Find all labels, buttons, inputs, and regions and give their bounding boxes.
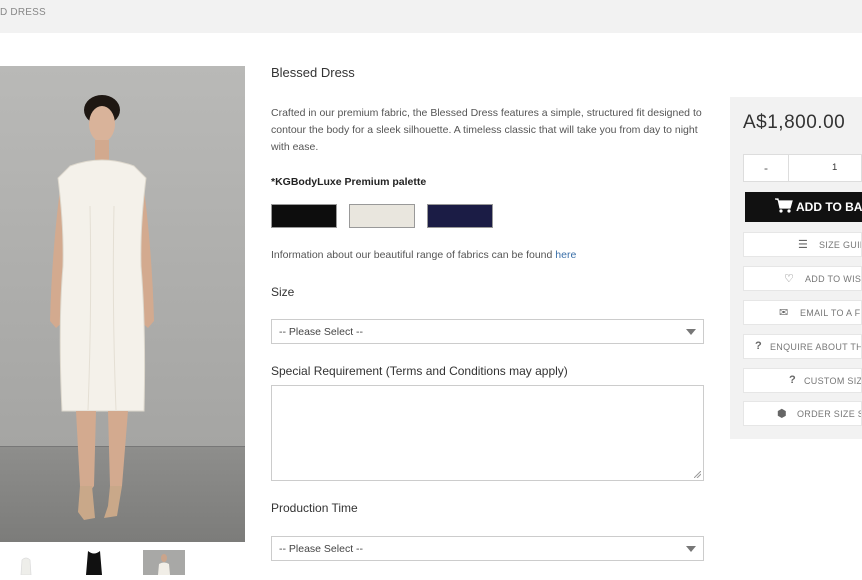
thumbnail-strip — [0, 550, 245, 576]
production-time-select-value: -- Please Select -- — [279, 543, 364, 555]
order-size-sample-label: ORDER SIZE SAMPLE — [797, 409, 861, 419]
enquire-label: ENQUIRE ABOUT THIS — [770, 342, 862, 352]
size-guide-label: SIZE GUIDE — [819, 240, 861, 250]
quantity-stepper[interactable]: - 1 — [743, 154, 862, 182]
chevron-down-icon — [686, 329, 696, 335]
add-to-wishlist-button[interactable]: ♡ ADD TO WISHLIST — [743, 266, 862, 291]
add-to-basket-label: ADD TO BASKET — [796, 200, 862, 214]
thumbnail-white-dress[interactable] — [14, 550, 38, 576]
chevron-down-icon — [686, 546, 696, 552]
custom-sizing-label: CUSTOM SIZING — [804, 376, 862, 386]
thumbnail-model-photo[interactable] — [143, 550, 185, 575]
quantity-value[interactable]: 1 — [832, 155, 837, 181]
email-to-friend-label: EMAIL TO A FRIEND — [800, 308, 861, 318]
quantity-decrease-button[interactable]: - — [744, 155, 789, 181]
special-requirement-label: Special Requirement (Terms and Condition… — [271, 364, 568, 378]
enquire-button[interactable]: ? ENQUIRE ABOUT THIS — [743, 334, 862, 359]
product-title: Blessed Dress — [271, 65, 355, 80]
heart-icon: ♡ — [784, 273, 794, 285]
hexagon-icon: ⬢ — [777, 408, 787, 420]
size-select-value: -- Please Select -- — [279, 326, 364, 338]
fabric-info-link[interactable]: here — [555, 249, 576, 261]
question-icon: ? — [789, 374, 796, 386]
size-select[interactable]: -- Please Select -- — [271, 319, 704, 344]
add-to-wishlist-label: ADD TO WISHLIST — [805, 274, 862, 284]
resize-grip-icon[interactable] — [694, 471, 701, 478]
fabric-info: Information about our beautiful range of… — [271, 249, 576, 261]
model-figure — [50, 95, 154, 520]
cart-icon — [775, 198, 793, 213]
add-to-basket-button[interactable]: ADD TO BASKET — [745, 192, 862, 222]
question-icon: ? — [755, 340, 762, 352]
size-guide-button[interactable]: ☰ SIZE GUIDE — [743, 232, 862, 257]
product-image[interactable] — [0, 66, 245, 542]
order-size-sample-button[interactable]: ⬢ ORDER SIZE SAMPLE — [743, 401, 862, 426]
thumbnail-black-dress[interactable] — [82, 550, 106, 575]
email-to-friend-button[interactable]: ✉ EMAIL TO A FRIEND — [743, 300, 862, 325]
list-icon: ☰ — [798, 239, 808, 251]
swatch-black[interactable] — [271, 204, 337, 228]
envelope-icon: ✉ — [779, 307, 789, 319]
custom-sizing-button[interactable]: ? CUSTOM SIZING — [743, 368, 862, 393]
breadcrumb[interactable]: D DRESS — [0, 7, 46, 18]
swatch-navy[interactable] — [427, 204, 493, 228]
production-time-select[interactable]: -- Please Select -- — [271, 536, 704, 561]
top-bar: D DRESS — [0, 0, 862, 33]
fabric-info-text: Information about our beautiful range of… — [271, 249, 556, 261]
production-time-label: Production Time — [271, 501, 358, 515]
product-price: A$1,800.00 — [743, 112, 846, 133]
special-requirement-textarea[interactable] — [271, 385, 704, 481]
size-label: Size — [271, 285, 295, 299]
swatch-cream[interactable] — [349, 204, 415, 228]
palette-label: *KGBodyLuxe Premium palette — [271, 176, 427, 188]
product-description: Crafted in our premium fabric, the Bless… — [271, 107, 702, 153]
